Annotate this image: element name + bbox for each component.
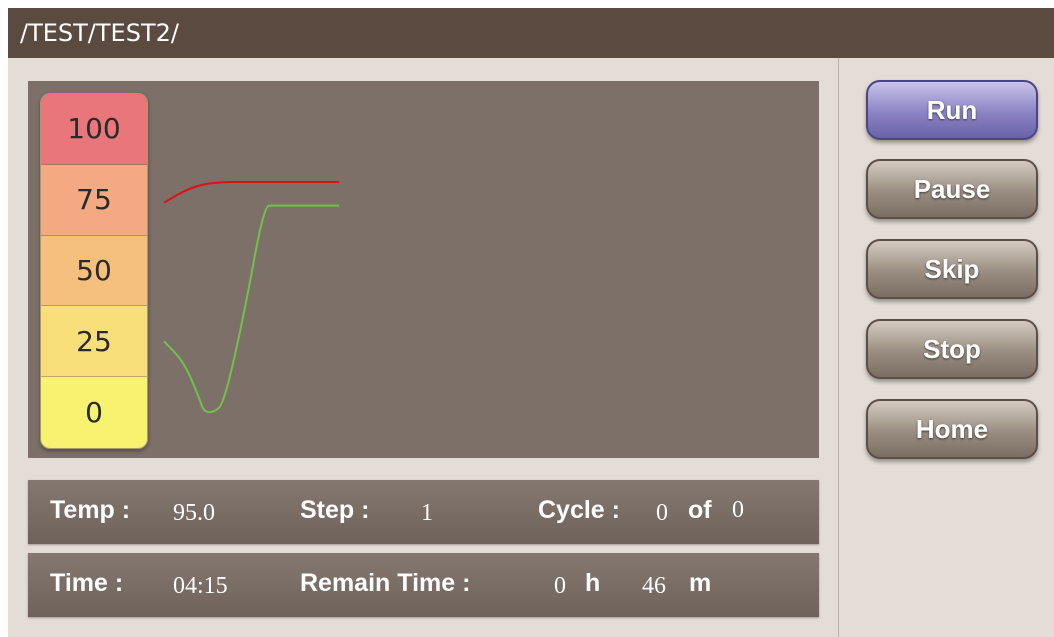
status-bar-top: Temp : 95.0 Step : 1 Cycle : 0 of 0 (28, 480, 819, 544)
cycle-value: 0 (656, 500, 668, 526)
pause-button[interactable]: Pause (866, 159, 1038, 219)
sidebar-divider (838, 58, 839, 637)
minutes-unit: m (689, 569, 712, 597)
cycle-total-value: 0 (732, 497, 744, 523)
time-label: Time : (50, 569, 124, 597)
cycle-label: Cycle : (538, 496, 620, 524)
skip-button[interactable]: Skip (866, 239, 1038, 299)
home-button[interactable]: Home (866, 399, 1038, 459)
time-value: 04:15 (173, 573, 228, 599)
run-button[interactable]: Run (866, 80, 1038, 140)
path-title: /TEST/TEST2/ (8, 8, 1054, 58)
stop-button[interactable]: Stop (866, 319, 1038, 379)
temp-label: Temp : (50, 496, 131, 524)
app-window: /TEST/TEST2/ 100 75 50 25 0 Temp : 95.0 … (8, 8, 1054, 637)
remain-time-label: Remain Time : (300, 569, 471, 597)
series-line-1 (163, 204, 339, 414)
remain-hours-value: 0 (554, 573, 566, 599)
step-value: 1 (421, 500, 433, 526)
step-label: Step : (300, 496, 370, 524)
cycle-of-label: of (688, 496, 712, 524)
hours-unit: h (585, 569, 601, 597)
temp-value: 95.0 (173, 500, 215, 526)
temperature-plot (163, 181, 339, 414)
series-line-0 (163, 181, 339, 204)
remain-minutes-value: 46 (642, 573, 666, 599)
temperature-chart-panel: 100 75 50 25 0 (28, 81, 819, 458)
status-bar-bottom: Time : 04:15 Remain Time : 0 h 46 m (28, 553, 819, 617)
